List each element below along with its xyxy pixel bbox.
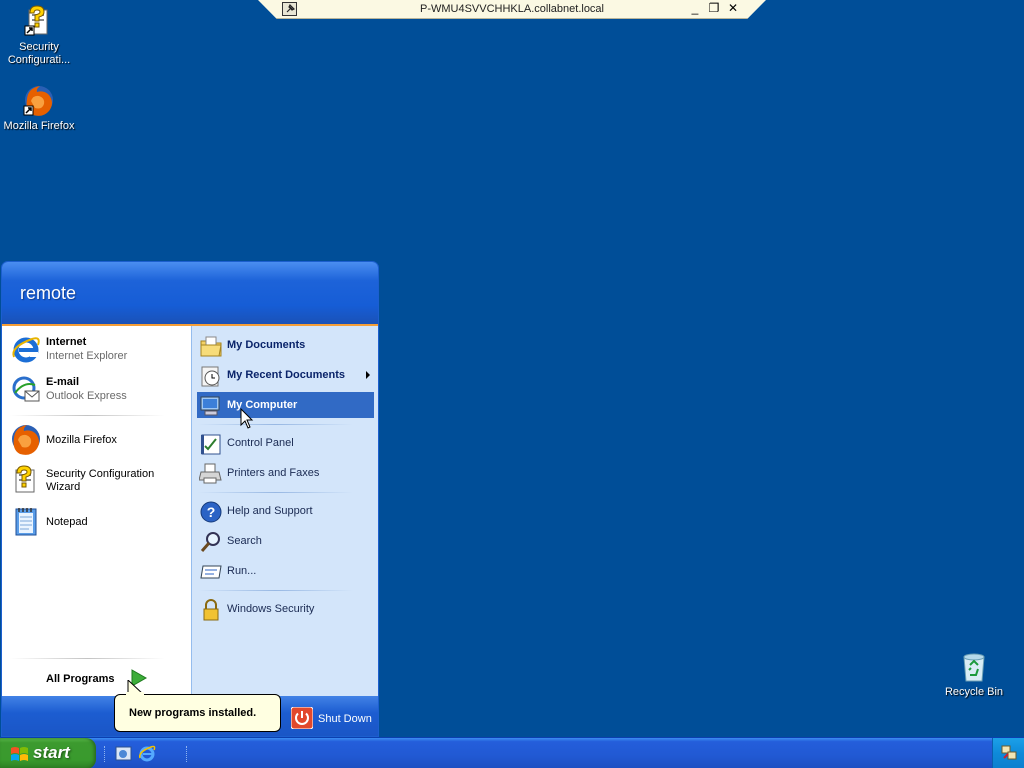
power-icon (291, 707, 313, 729)
all-programs-button[interactable]: All Programs (46, 673, 114, 685)
place-label: My Recent Documents (227, 369, 345, 381)
place-label: Control Panel (227, 437, 294, 449)
place-help-and-support[interactable]: ? Help and Support (197, 498, 374, 524)
shut-down-button[interactable]: Shut Down (291, 707, 377, 729)
internet-explorer-icon[interactable] (138, 744, 156, 762)
place-label: My Documents (227, 339, 306, 351)
separator (198, 424, 353, 425)
search-icon (200, 532, 220, 552)
separator (10, 658, 165, 659)
start-menu-header: remote (2, 262, 378, 326)
desktop-icon-label: Recycle Bin (944, 686, 1004, 698)
control-panel-icon (201, 434, 221, 455)
recent-documents-icon (201, 366, 220, 387)
place-label: Windows Security (227, 603, 315, 615)
taskbar-grip[interactable] (186, 746, 189, 762)
desktop-icon-recycle-bin[interactable]: Recycle Bin (936, 651, 1012, 699)
place-my-recent-documents[interactable]: My Recent Documents (197, 362, 374, 388)
recent-item-security-configuration-wizard[interactable]: Security Configuration Wizard (8, 462, 188, 498)
place-search[interactable]: Search (197, 528, 374, 554)
start-label: start (33, 743, 70, 762)
recent-item-label: Notepad (46, 516, 88, 528)
programs-column: Internet Internet Explorer E-mail Outloo… (2, 326, 191, 696)
place-my-computer[interactable]: My Computer (197, 392, 374, 418)
my-computer-icon (200, 396, 220, 416)
pinned-item-subtitle: Internet Explorer (46, 350, 128, 362)
firefox-icon (23, 86, 53, 116)
pinned-item-title: Internet (46, 336, 87, 348)
place-label: Search (227, 535, 262, 547)
pinned-item-internet[interactable]: Internet Internet Explorer (8, 331, 188, 367)
system-tray (992, 738, 1024, 768)
place-windows-security[interactable]: Windows Security (197, 596, 374, 622)
place-label: Help and Support (227, 505, 313, 517)
desktop-icon-label: Mozilla Firefox (3, 120, 75, 132)
place-label: My Computer (227, 399, 298, 411)
recent-item-label-line2: Wizard (46, 481, 81, 493)
shut-down-label: Shut Down (318, 713, 372, 725)
place-printers-and-faxes[interactable]: Printers and Faxes (197, 460, 374, 486)
place-control-panel[interactable]: Control Panel (197, 430, 374, 456)
show-desktop-icon[interactable] (115, 744, 133, 762)
recent-item-label: Security Configuration (46, 468, 155, 480)
desktop-icon-mozilla-firefox[interactable]: Mozilla Firefox (1, 83, 77, 133)
separator (198, 492, 353, 493)
close-button[interactable]: ✕ (726, 1, 740, 16)
printer-icon (199, 463, 222, 484)
quick-launch-grip[interactable] (104, 746, 107, 762)
username: remote (20, 283, 77, 303)
start-button[interactable]: start (0, 738, 96, 768)
recent-item-label: Mozilla Firefox (46, 434, 117, 446)
desktop-icon-security-configuration[interactable]: Security Configurati... (1, 4, 77, 67)
recent-item-mozilla-firefox[interactable]: Mozilla Firefox (8, 421, 188, 457)
network-icon[interactable] (1000, 744, 1018, 762)
minimize-button[interactable]: _ (688, 1, 702, 16)
desktop-icon-label: Security Configurati... (7, 41, 71, 66)
security-config-icon (24, 5, 48, 36)
internet-explorer-icon (12, 337, 40, 363)
notepad-icon (15, 508, 37, 536)
svg-text:?: ? (207, 504, 216, 520)
taskbar: start (0, 737, 1024, 768)
place-label: Run... (227, 565, 257, 577)
firefox-icon (12, 425, 40, 455)
pinned-item-subtitle: Outlook Express (46, 390, 127, 402)
lock-icon (203, 599, 219, 621)
windows-logo-icon (11, 747, 28, 761)
outlook-express-icon (12, 376, 40, 402)
balloon-text: New programs installed. (129, 707, 257, 719)
balloon-tail-joint (126, 692, 144, 696)
recycle-bin-icon (963, 653, 985, 682)
pinned-item-email[interactable]: E-mail Outlook Express (8, 371, 188, 407)
my-documents-icon (200, 336, 222, 357)
places-column: My Documents My Recent Documents My Comp… (191, 326, 378, 696)
separator (10, 415, 165, 416)
pinned-item-title: E-mail (46, 376, 80, 388)
place-my-documents[interactable]: My Documents (197, 332, 374, 358)
separator (198, 590, 353, 591)
restore-button[interactable]: ❐ (707, 1, 721, 16)
place-label: Printers and Faxes (227, 467, 320, 479)
submenu-arrow-icon (366, 371, 370, 379)
security-config-icon (15, 465, 35, 493)
notification-balloon[interactable]: New programs installed. (114, 694, 281, 732)
recent-item-notepad[interactable]: Notepad (8, 503, 188, 539)
start-menu: remote Internet Internet Explorer E-mail… (1, 261, 379, 737)
remote-connection-bar: P-WMU4SVVCHHKLA.collabnet.local _ ❐ ✕ (258, 0, 766, 19)
help-icon: ? (200, 501, 222, 523)
mouse-cursor-icon (240, 408, 254, 429)
run-icon (200, 565, 222, 579)
place-run[interactable]: Run... (197, 558, 374, 584)
